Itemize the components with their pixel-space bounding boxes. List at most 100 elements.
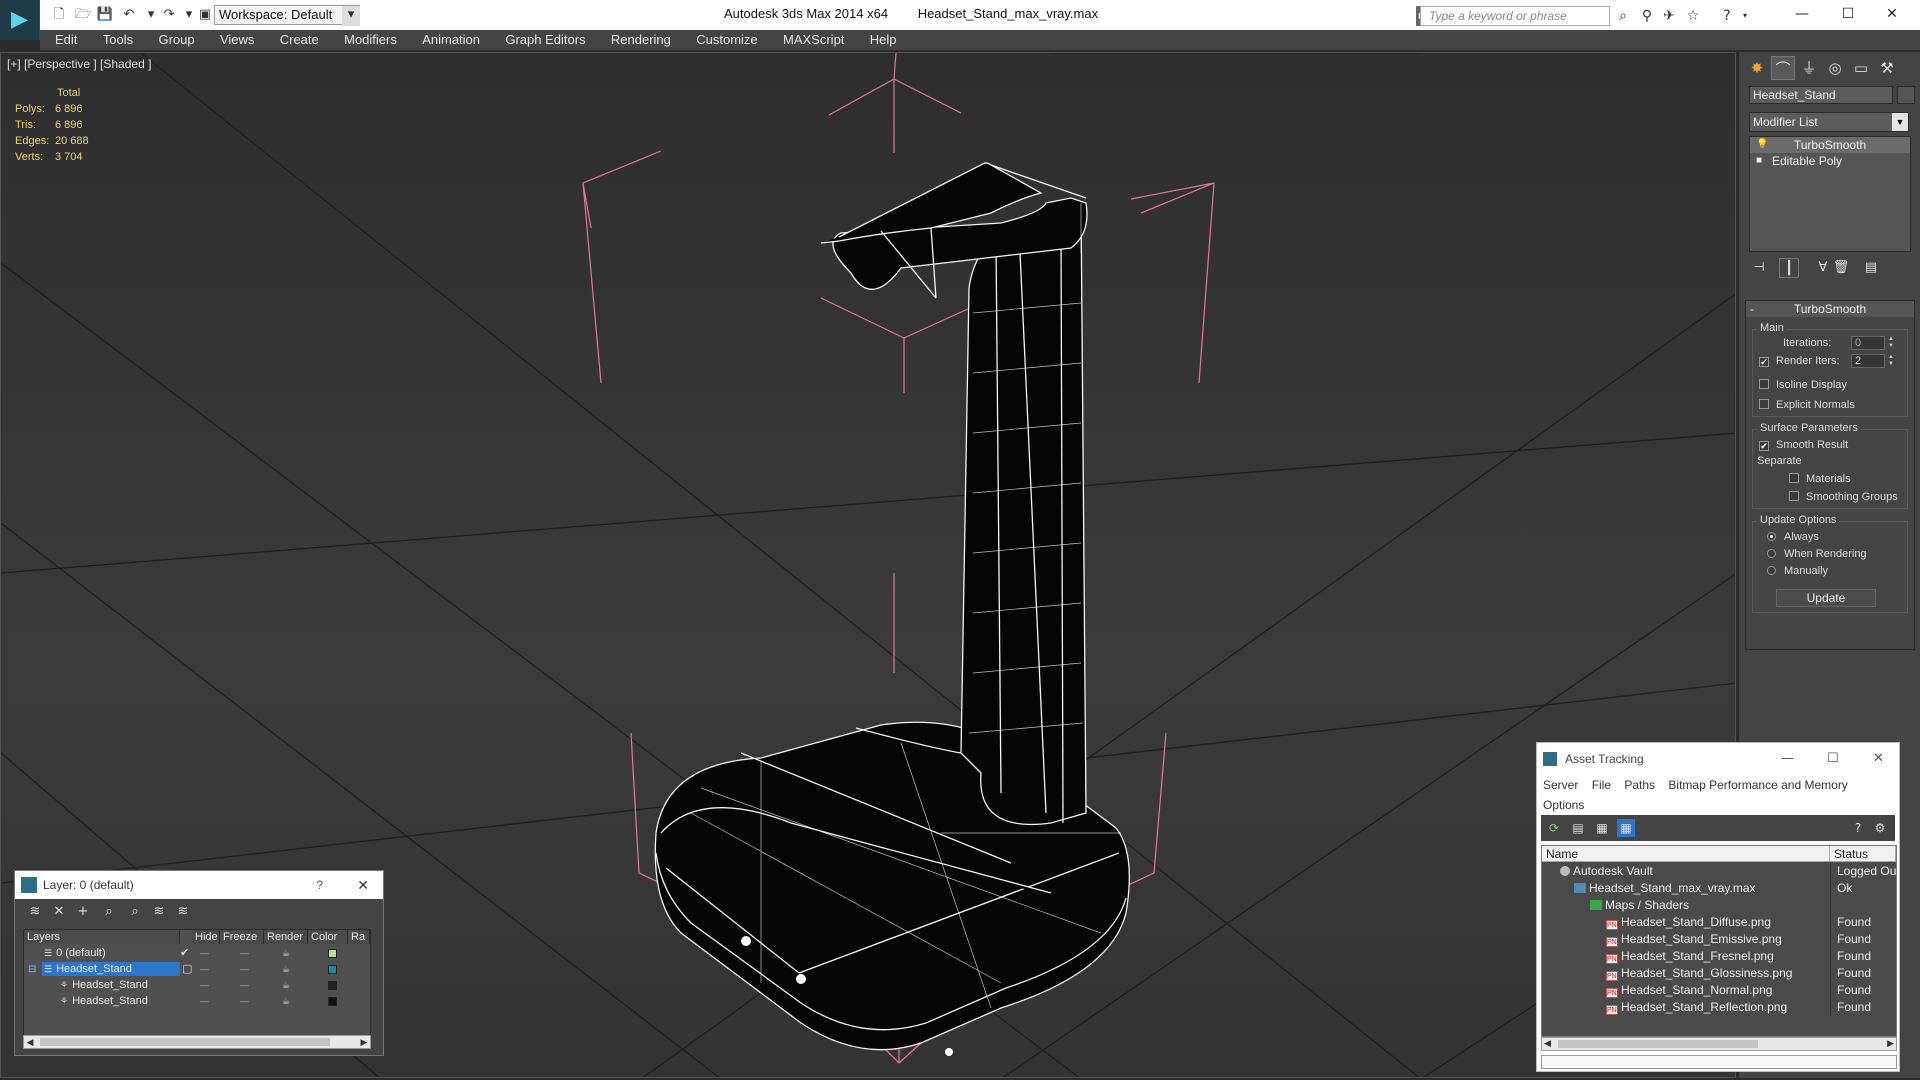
undo-icon[interactable]: ↶ bbox=[120, 6, 138, 24]
communication-icon[interactable]: ✈ bbox=[1660, 7, 1678, 25]
materials-row[interactable]: Materials bbox=[1789, 472, 1851, 486]
layer-row-default[interactable]: ☰ 0 (default) ✔ — — ☕ bbox=[24, 945, 370, 961]
render-iters-spin-arrows-icon[interactable]: ▲ ▼ bbox=[1887, 354, 1895, 368]
menu-customize[interactable]: Customize bbox=[685, 30, 768, 50]
manually-row[interactable]: Manually bbox=[1767, 564, 1828, 578]
menu-views[interactable]: Views bbox=[209, 30, 265, 50]
settings-icon[interactable]: ⚙ bbox=[1871, 819, 1889, 837]
layer-object-row[interactable]: ⚘ Headset_Stand — — ☕ bbox=[24, 977, 370, 993]
minimize-icon[interactable]: — bbox=[1782, 2, 1822, 26]
modify-tab-icon[interactable]: ⌒ bbox=[1771, 56, 1795, 80]
close-icon[interactable]: ✕ bbox=[1872, 2, 1912, 26]
maximize-icon[interactable]: ☐ bbox=[1827, 743, 1839, 775]
modifier-list-dropdown[interactable]: Modifier List ▼ bbox=[1749, 112, 1909, 132]
configure-modifier-sets-icon[interactable]: ▤ bbox=[1861, 258, 1881, 278]
layer-color-swatch[interactable] bbox=[328, 965, 337, 974]
isoline-display-row[interactable]: Isoline Display bbox=[1759, 378, 1847, 392]
layer-horizontal-scrollbar[interactable]: ◀ ▶ bbox=[23, 1035, 371, 1049]
asset-row-map[interactable]: PNGHeadset_Stand_Glossiness.png Found bbox=[1542, 965, 1896, 982]
lightbulb-icon[interactable]: 💡 bbox=[1756, 137, 1768, 153]
stack-item-turbosmooth[interactable]: 💡 TurboSmooth bbox=[1750, 137, 1910, 153]
layer-color-swatch[interactable] bbox=[328, 981, 337, 990]
menu-server[interactable]: Server bbox=[1543, 778, 1578, 792]
explicit-normals-row[interactable]: Explicit Normals bbox=[1759, 398, 1855, 412]
freeze-toggle[interactable]: — bbox=[240, 977, 249, 993]
layer-color-swatch[interactable] bbox=[328, 997, 337, 1006]
col-layers[interactable]: Layers bbox=[24, 930, 180, 944]
asset-row-map[interactable]: PNGHeadset_Stand_Diffuse.png Found bbox=[1542, 914, 1896, 931]
menu-create[interactable]: Create bbox=[269, 30, 330, 50]
viewport-label[interactable]: [+] [Perspective ] [Shaded ] bbox=[7, 57, 151, 71]
help-dropdown-icon[interactable]: ▾ bbox=[1736, 7, 1754, 25]
render-teapot-icon[interactable]: ☕ bbox=[282, 977, 290, 993]
menu-options[interactable]: Options bbox=[1543, 798, 1584, 812]
list-view-icon[interactable]: ▤ bbox=[1569, 819, 1587, 837]
refresh-icon[interactable]: ⟳ bbox=[1545, 819, 1563, 837]
col-radiosity[interactable]: Ra bbox=[348, 930, 370, 944]
smooth-result-row[interactable]: ✔ Smooth Result bbox=[1759, 438, 1848, 452]
undo-dropdown-icon[interactable]: ▾ bbox=[142, 6, 160, 24]
workspace-expand-icon[interactable]: ▾ bbox=[342, 6, 360, 26]
remove-modifier-icon[interactable]: 🗑 bbox=[1831, 258, 1851, 278]
menu-bitmap-performance[interactable]: Bitmap Performance and Memory bbox=[1668, 778, 1847, 792]
scroll-left-icon[interactable]: ◀ bbox=[1544, 1038, 1551, 1049]
scroll-right-icon[interactable]: ▶ bbox=[1887, 1038, 1894, 1049]
freeze-all-layers-icon[interactable]: ≋ bbox=[173, 903, 193, 921]
subscription-icon[interactable]: ⚲ bbox=[1638, 7, 1656, 25]
create-tab-icon[interactable]: ✸ bbox=[1745, 56, 1769, 80]
stack-item-editable-poly[interactable]: ■ Editable Poly bbox=[1750, 153, 1910, 169]
menu-maxscript[interactable]: MAXScript bbox=[772, 30, 855, 50]
iterations-spin-arrows-icon[interactable]: ▲ ▼ bbox=[1887, 336, 1895, 350]
scroll-left-icon[interactable]: ◀ bbox=[24, 1036, 36, 1048]
menu-file[interactable]: File bbox=[1592, 778, 1611, 792]
expand-plus-icon[interactable]: ■ bbox=[1756, 153, 1762, 169]
show-end-result-icon[interactable]: ┃ bbox=[1779, 258, 1799, 278]
layer-dialog-titlebar[interactable]: Layer: 0 (default) ? ✕ bbox=[15, 871, 383, 899]
favorites-star-icon[interactable]: ☆ bbox=[1684, 7, 1702, 25]
layer-object-row[interactable]: ⚘ Headset_Stand — — ☕ bbox=[24, 993, 370, 1009]
asset-row-map[interactable]: PNGHeadset_Stand_Reflection.png Found bbox=[1542, 999, 1896, 1016]
create-layer-icon[interactable]: ≋ bbox=[25, 903, 45, 921]
when-rendering-row[interactable]: When Rendering bbox=[1767, 547, 1867, 561]
asset-horizontal-scrollbar[interactable]: ◀ ▶ bbox=[1541, 1037, 1897, 1051]
hierarchy-tab-icon[interactable]: ⏚ bbox=[1797, 56, 1821, 80]
menu-graph-editors[interactable]: Graph Editors bbox=[494, 30, 596, 50]
menu-animation[interactable]: Animation bbox=[411, 30, 491, 50]
minimize-icon[interactable]: — bbox=[1781, 743, 1794, 775]
select-highlighted-icon[interactable]: ⌕ bbox=[99, 903, 119, 921]
asset-tracking-titlebar[interactable]: Asset Tracking — ☐ ✕ bbox=[1537, 743, 1899, 775]
col-render[interactable]: Render bbox=[264, 930, 308, 944]
render-teapot-icon[interactable]: ☕ bbox=[282, 961, 290, 977]
render-iters-spinner[interactable]: 2 bbox=[1851, 354, 1885, 368]
asset-row-scene-file[interactable]: Headset_Stand_max_vray.max Ok bbox=[1542, 880, 1896, 897]
render-iters-row[interactable]: ✔ Render Iters: bbox=[1759, 354, 1840, 368]
app-logo-icon[interactable]: ▶ bbox=[0, 0, 40, 40]
always-row[interactable]: Always bbox=[1767, 530, 1819, 544]
display-tab-icon[interactable]: ▭ bbox=[1849, 56, 1873, 80]
pin-stack-icon[interactable]: ⊣ bbox=[1749, 258, 1769, 278]
always-radio[interactable] bbox=[1767, 532, 1776, 541]
scroll-thumb[interactable] bbox=[1558, 1040, 1758, 1048]
manually-radio[interactable] bbox=[1767, 566, 1776, 575]
hide-toggle[interactable]: — bbox=[200, 961, 209, 977]
freeze-toggle[interactable]: — bbox=[240, 961, 249, 977]
layer-row-headset-stand[interactable]: ⊟ ☰ Headset_Stand ▢ — — ☕ bbox=[24, 961, 370, 977]
menu-modifiers[interactable]: Modifiers bbox=[333, 30, 408, 50]
smoothing-groups-row[interactable]: Smoothing Groups bbox=[1789, 490, 1898, 504]
explicit-normals-checkbox[interactable] bbox=[1759, 399, 1769, 409]
help-icon[interactable]: ? bbox=[1849, 819, 1867, 837]
layer-color-swatch[interactable] bbox=[328, 949, 337, 958]
smoothing-groups-checkbox[interactable] bbox=[1789, 491, 1799, 501]
hide-toggle[interactable]: — bbox=[200, 993, 209, 1009]
open-file-icon[interactable]: 🗁 bbox=[74, 6, 92, 24]
update-button[interactable]: Update bbox=[1776, 589, 1876, 607]
asset-path-bar[interactable] bbox=[1541, 1055, 1897, 1069]
asset-row-vault[interactable]: Autodesk Vault Logged Out bbox=[1542, 863, 1896, 880]
close-icon[interactable]: ✕ bbox=[357, 871, 369, 899]
rollout-header[interactable]: - TurboSmooth bbox=[1746, 301, 1914, 317]
scroll-right-icon[interactable]: ▶ bbox=[358, 1036, 370, 1048]
object-color-swatch[interactable] bbox=[1897, 86, 1915, 104]
materials-checkbox[interactable] bbox=[1789, 473, 1799, 483]
col-name[interactable]: Name bbox=[1542, 846, 1830, 862]
isoline-display-checkbox[interactable] bbox=[1759, 379, 1769, 389]
